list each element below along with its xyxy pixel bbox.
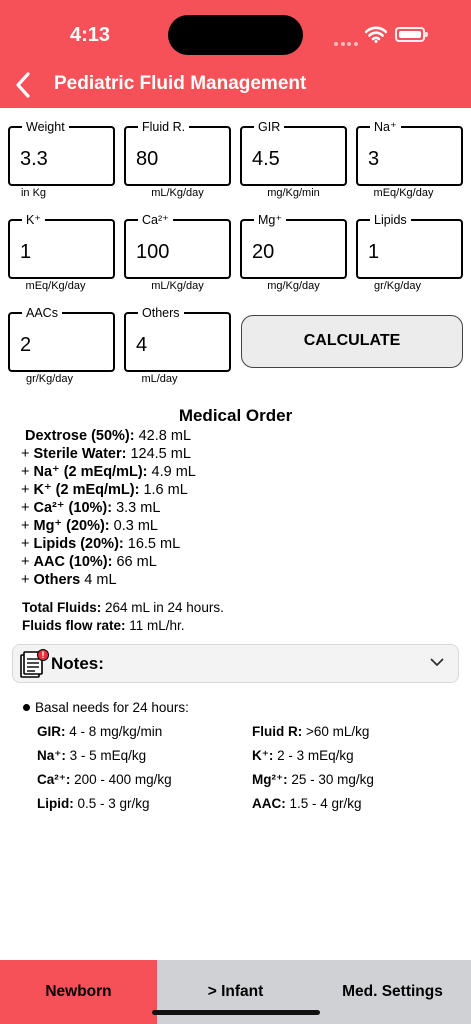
calcium-unit: mL/Kg/day [151,280,204,292]
status-bar: 4:13 [0,0,471,62]
need-sodium: Na⁺: 3 - 5 mEq/kg [37,748,147,763]
chevron-down-icon [430,658,444,666]
need-aac: AAC: 1.5 - 4 gr/kg [252,796,362,811]
order-line-lipids: + Lipids (20%): 16.5 mL [21,536,181,552]
status-time: 4:13 [70,24,111,46]
fluids-flow-rate: Fluids flow rate: 11 mL/hr. [22,618,185,633]
fluid-rate-unit: mL/Kg/day [151,187,204,199]
others-unit: mL/day [141,373,178,385]
home-indicator [152,1010,320,1015]
lipids-label: Lipids [370,212,411,228]
aacs-field[interactable]: AACs [8,305,115,372]
magnesium-label: Mg⁺ [254,212,286,228]
fluid-rate-field[interactable]: Fluid R. [124,119,231,186]
need-potassium: K⁺: 2 - 3 mEq/kg [252,748,354,763]
order-line-magnesium: + Mg⁺ (20%): 0.3 mL [21,518,158,534]
weight-unit: in Kg [20,187,47,199]
sodium-input[interactable] [368,148,458,171]
weight-label: Weight [22,119,69,135]
fluid-rate-label: Fluid R. [138,119,190,135]
notes-label: Notes: [51,654,104,673]
others-label: Others [138,305,184,321]
nav-bar: Pediatric Fluid Management [0,62,471,108]
notes-disclosure[interactable]: ! Notes: [12,644,459,683]
gir-field[interactable]: GIR [240,119,347,186]
need-lipid: Lipid: 0.5 - 3 gr/kg [37,796,150,811]
calculate-button[interactable]: CALCULATE [241,315,463,368]
sodium-unit: mEq/Kg/day [373,187,434,199]
medical-order-title: Medical Order [178,406,293,425]
notes-badge: ! [42,650,45,660]
battery-icon [395,27,428,42]
wifi-icon [365,26,387,43]
order-line-sterile-water: + Sterile Water: 124.5 mL [21,446,191,462]
aacs-label: AACs [22,305,62,321]
potassium-unit: mEq/Kg/day [25,280,86,292]
weight-field[interactable]: Weight [8,119,115,186]
total-fluids: Total Fluids: 264 mL in 24 hours. [22,600,224,615]
page-title: Pediatric Fluid Management [54,73,307,94]
dynamic-island [168,15,303,55]
lipids-unit: gr/Kg/day [373,280,422,292]
need-magnesium: Mg²⁺: 25 - 30 mg/kg [252,772,374,787]
potassium-field[interactable]: K⁺ [8,212,115,279]
tab-med-settings[interactable]: Med. Settings [314,960,471,1024]
calcium-field[interactable]: Ca²⁺ [124,212,231,279]
order-line-aac: + AAC (10%): 66 mL [21,554,157,570]
potassium-label: K⁺ [22,212,45,228]
magnesium-input[interactable] [252,241,342,264]
need-calcium: Ca²⁺: 200 - 400 mg/kg [37,772,172,787]
chevron-left-icon [16,72,30,98]
need-gir: GIR: 4 - 8 mg/kg/min [37,724,163,739]
order-line-sodium: + Na⁺ (2 mEq/mL): 4.9 mL [21,464,196,480]
basal-needs-title: Basal needs for 24 hours: [23,700,189,715]
signal-icon [334,33,360,51]
gir-input[interactable] [252,148,342,171]
sodium-field[interactable]: Na⁺ [356,119,463,186]
others-input[interactable] [136,334,226,357]
need-fluid-rate: Fluid R: >60 mL/kg [252,724,370,739]
notes-document-icon: ! [20,649,49,678]
calcium-input[interactable] [136,241,226,264]
magnesium-unit: mg/Kg/day [267,280,320,292]
aacs-unit: gr/Kg/day [25,373,74,385]
aacs-input[interactable] [20,334,110,357]
lipids-field[interactable]: Lipids [356,212,463,279]
tab-newborn[interactable]: Newborn [0,960,157,1024]
lipids-input[interactable] [368,241,458,264]
gir-unit: mg/Kg/min [267,187,320,199]
bullet-icon [23,704,30,711]
sodium-label: Na⁺ [370,119,401,135]
order-line-potassium: + K⁺ (2 mEq/mL): 1.6 mL [21,482,188,498]
calcium-label: Ca²⁺ [138,212,173,228]
magnesium-field[interactable]: Mg⁺ [240,212,347,279]
weight-input[interactable] [20,148,110,171]
order-line-others: + Others 4 mL [21,572,117,588]
potassium-input[interactable] [20,241,110,264]
others-field[interactable]: Others [124,305,231,372]
back-button[interactable] [8,68,42,102]
gir-label: GIR [254,119,285,135]
order-line-calcium: + Ca²⁺ (10%): 3.3 mL [21,500,161,516]
order-line-dextrose: Dextrose (50%): 42.8 mL [25,428,192,444]
fluid-rate-input[interactable] [136,148,226,171]
